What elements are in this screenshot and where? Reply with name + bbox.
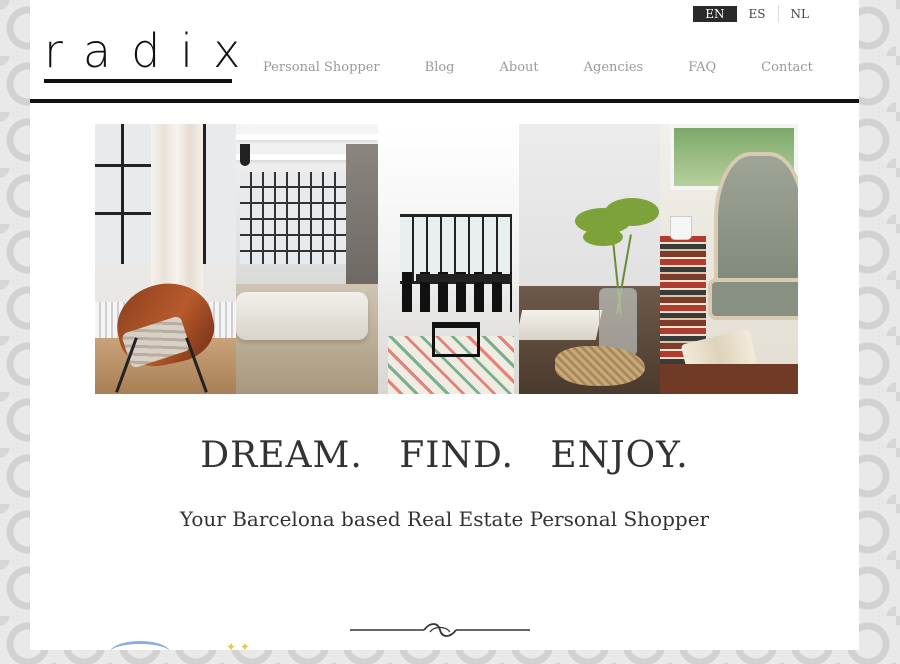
logo-underline: [44, 79, 232, 83]
ornament-divider-icon: [350, 623, 530, 637]
partial-image: [110, 641, 170, 664]
tagline: DREAM. FIND. ENJOY.: [200, 435, 689, 476]
nav-agencies[interactable]: Agencies: [584, 60, 644, 75]
hero-image-strip: [95, 124, 798, 394]
hero-panel-butterfly-chair: [95, 124, 236, 394]
nav-personal-shopper[interactable]: Personal Shopper: [263, 60, 380, 75]
subtitle: Your Barcelona based Real Estate Persona…: [179, 507, 710, 531]
hero-panel-plant: [519, 124, 660, 394]
hero-panel-dining-room: [378, 124, 519, 394]
lang-en[interactable]: EN: [693, 6, 737, 22]
hero-panel-armchair: [660, 124, 798, 394]
lang-nl[interactable]: NL: [779, 6, 821, 22]
page-container: radix EN ES NL Personal Shopper Blog Abo…: [30, 0, 859, 654]
header-divider: [30, 99, 859, 103]
hero-panel-loft-sofa: [236, 124, 378, 394]
star-icon: ✦ ✦: [226, 640, 250, 654]
radix-logo[interactable]: radix: [44, 28, 260, 74]
nav-contact[interactable]: Contact: [761, 60, 813, 75]
language-switcher: EN ES NL: [693, 5, 821, 23]
nav-blog[interactable]: Blog: [425, 60, 455, 75]
nav-faq[interactable]: FAQ: [688, 60, 716, 75]
nav-about[interactable]: About: [500, 60, 539, 75]
lang-es[interactable]: ES: [737, 6, 778, 22]
main-nav: Personal Shopper Blog About Agencies FAQ…: [263, 60, 813, 75]
